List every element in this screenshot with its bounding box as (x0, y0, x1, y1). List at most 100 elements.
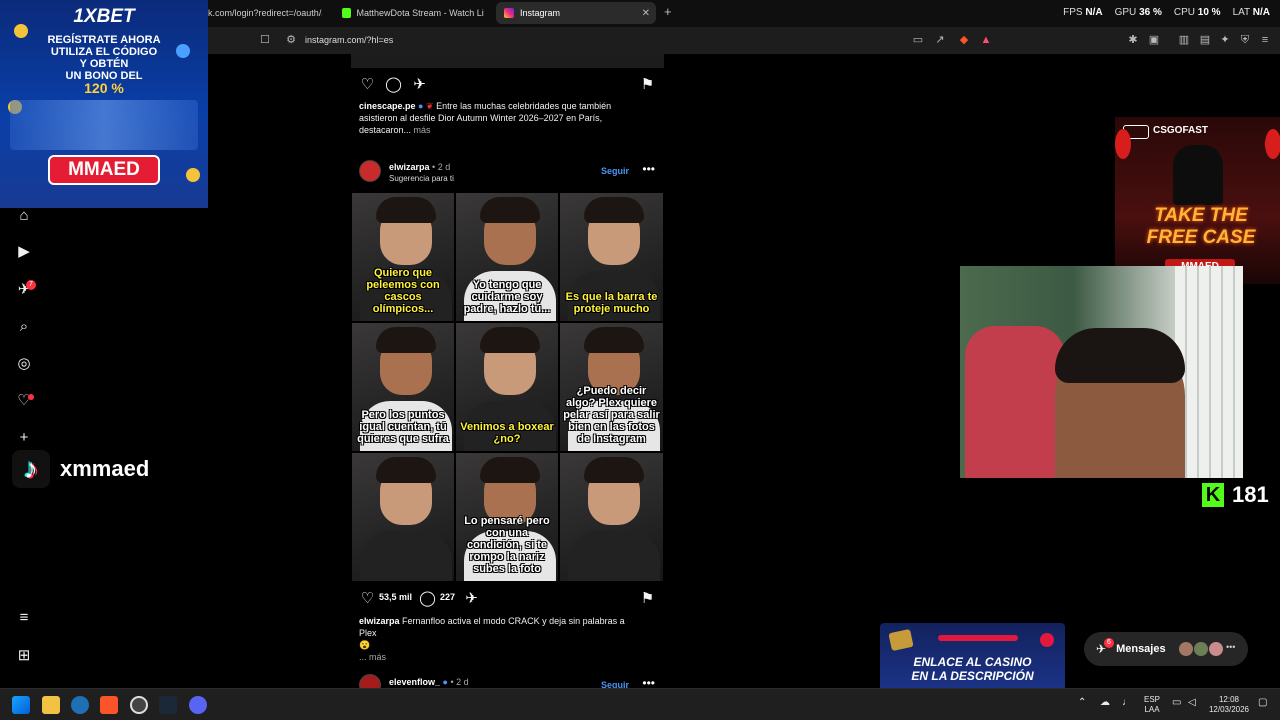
extensions-icon[interactable]: ✱ (1127, 34, 1139, 46)
1xbet-logo: 1XBET (73, 6, 135, 27)
share-icon[interactable]: ✈ (463, 590, 480, 607)
grid-cell: Venimos a boxear ¿no? (455, 322, 559, 452)
previous-post-image (351, 54, 664, 68)
tab-label: MatthewDota Stream - Watch Live on (356, 8, 484, 18)
onedrive-icon[interactable]: ☁ (1100, 698, 1110, 708)
steam-icon[interactable] (159, 696, 177, 714)
sidebar-icon[interactable]: ▥ (1178, 34, 1190, 46)
tiktok-logo-icon: ♪ (12, 450, 50, 488)
tab-label: Instagram (520, 8, 561, 18)
explore-icon[interactable]: ◎ (16, 356, 32, 372)
more-link[interactable]: ... más (359, 651, 639, 663)
messages-badge: 6 (1104, 638, 1114, 648)
1xbet-ad-overlay: 1XBET REGÍSTRATE AHORA UTILIZA EL CÓDIGO… (0, 0, 208, 208)
promo-text: REGÍSTRATE AHORA UTILIZA EL CÓDIGO Y OBT… (47, 34, 161, 82)
new-tab-icon[interactable]: + (664, 4, 672, 19)
avatar (1179, 642, 1193, 656)
vpn-icon[interactable]: ⛨ (1239, 34, 1251, 46)
clock[interactable]: 12:08 12/03/2026 (1206, 695, 1252, 715)
post-username[interactable]: cinescape.pe (359, 101, 416, 111)
streamer-webcam (960, 266, 1243, 478)
cast-icon[interactable]: ▭ (912, 34, 924, 46)
kick-favicon-icon (342, 8, 351, 18)
post-username[interactable]: elwizarpa • 2 d (389, 162, 450, 172)
casino-link-text: ENLACE AL CASINO EN LA DESCRIPCIÓN (911, 655, 1034, 683)
tiktok-handle-overlay: ♪ xmmaed (12, 447, 174, 491)
tab-matthewdota[interactable]: MatthewDota Stream - Watch Live on (334, 2, 492, 24)
grid-cell: Yo tengo que cuidarme soy padre, hazlo t… (455, 192, 559, 322)
volume-icon[interactable]: ◁ (1188, 698, 1196, 708)
save-bookmark-icon[interactable]: ⚑ (639, 76, 656, 93)
avatar[interactable] (359, 160, 381, 182)
rose-emoji-icon: ❦ (426, 101, 434, 111)
brave-browser-icon[interactable] (100, 696, 118, 714)
home-icon[interactable]: ⌂ (16, 208, 32, 224)
notification-center-icon[interactable]: ▢ (1258, 698, 1267, 708)
bonus-percent: 120 % (84, 80, 124, 96)
instagram-favicon-icon (504, 8, 514, 18)
post-actions: ♡ ◯ ✈ ⚑ (359, 76, 656, 94)
leo-ai-icon[interactable]: ✦ (1219, 34, 1231, 46)
post-image-grid[interactable]: Quiero que peleemos con cascos olímpicos… (351, 192, 664, 582)
comment-count: 227 (440, 592, 456, 602)
avatar (1209, 642, 1223, 656)
menu-icon[interactable]: ≡ (1259, 34, 1271, 46)
tab-kick-login[interactable]: k.com/login?redirect=/oauth/au (200, 2, 330, 24)
verified-icon: ● (418, 101, 424, 111)
reels-icon[interactable]: ▶ (16, 244, 32, 260)
create-icon[interactable]: + (16, 430, 32, 446)
close-tab-icon[interactable]: ✕ (642, 8, 650, 19)
post-header: elwizarpa • 2 d Sugerencia para ti Segui… (359, 160, 659, 184)
file-explorer-icon[interactable] (42, 696, 60, 714)
grid-cell (351, 452, 455, 582)
tab-label: k.com/login?redirect=/oauth/au (208, 8, 322, 18)
start-windows-icon[interactable] (12, 696, 30, 714)
viewer-count: 181 (1232, 482, 1269, 507)
grid-cell: Lo pensaré pero con una condición, si te… (455, 452, 559, 582)
activity-dot (28, 394, 34, 400)
site-settings-icon[interactable]: ⚙ (285, 34, 297, 46)
performance-stats: FPS N/A GPU 36 % CPU 10 % LAT N/A (1063, 7, 1270, 18)
suggestion-label: Sugerencia para ti (389, 174, 454, 183)
save-bookmark-icon[interactable]: ⚑ (639, 590, 656, 607)
like-count: 53,5 mil (379, 592, 413, 602)
obs-icon[interactable] (130, 696, 148, 714)
share-icon[interactable]: ↗ (934, 34, 946, 46)
network-icon[interactable]: ▭ (1172, 698, 1181, 708)
tab-groups-icon[interactable]: ▤ (1199, 34, 1211, 46)
grid-cell: ¿Puedo decir algo? Plex quiere pelar así… (559, 322, 664, 452)
language-indicator[interactable]: ESP LAA (1144, 695, 1160, 715)
brave-rewards-icon[interactable]: ▲ (980, 34, 992, 46)
more-options-icon[interactable]: ••• (642, 162, 655, 176)
post-username[interactable]: elevenflow_ ● • 2 d (389, 677, 469, 687)
discord-icon[interactable] (189, 696, 207, 714)
telegram-icon[interactable] (71, 696, 89, 714)
brave-shield-icon[interactable]: ◆ (958, 34, 970, 46)
comment-icon[interactable]: ◯ (385, 76, 402, 93)
url-field[interactable]: instagram.com/?hl=es (305, 35, 393, 45)
tab-instagram[interactable]: Instagram ✕ (496, 2, 656, 24)
emoji: 😮 (359, 640, 371, 650)
ninja-figure (1173, 145, 1223, 205)
share-icon[interactable]: ✈ (411, 76, 428, 93)
like-heart-icon[interactable]: ♡ (359, 590, 376, 607)
promo-code: MMAED (48, 155, 160, 185)
comment-icon[interactable]: ◯ (419, 590, 436, 607)
search-icon[interactable]: ⌕ (16, 319, 32, 335)
microphone-icon[interactable]: ♩ (1122, 698, 1132, 708)
wallet-icon[interactable]: ▣ (1148, 34, 1160, 46)
post-actions: ♡ 53,5 mil ◯ 227 ✈ ⚑ (359, 590, 656, 608)
messages-label: Mensajes (1116, 643, 1166, 655)
post-username[interactable]: elwizarpa (359, 616, 400, 626)
like-heart-icon[interactable]: ♡ (359, 76, 376, 93)
messages-bar[interactable]: ✈ 6 Mensajes ••• (1084, 632, 1248, 666)
grid-cell: Quiero que peleemos con cascos olímpicos… (351, 192, 455, 322)
bookmark-icon[interactable]: ☐ (259, 34, 271, 46)
follow-button[interactable]: Seguir (601, 166, 629, 176)
chevron-up-icon[interactable]: ⌃ (1078, 698, 1086, 708)
more-menu-icon[interactable]: ≡ (16, 610, 32, 626)
more-link[interactable]: más (414, 125, 431, 135)
post-caption: elwizarpa Fernanfloo activa el modo CRAC… (359, 615, 639, 663)
meta-apps-icon[interactable]: ⊞ (16, 648, 32, 664)
more-options-icon: ••• (1226, 642, 1236, 652)
